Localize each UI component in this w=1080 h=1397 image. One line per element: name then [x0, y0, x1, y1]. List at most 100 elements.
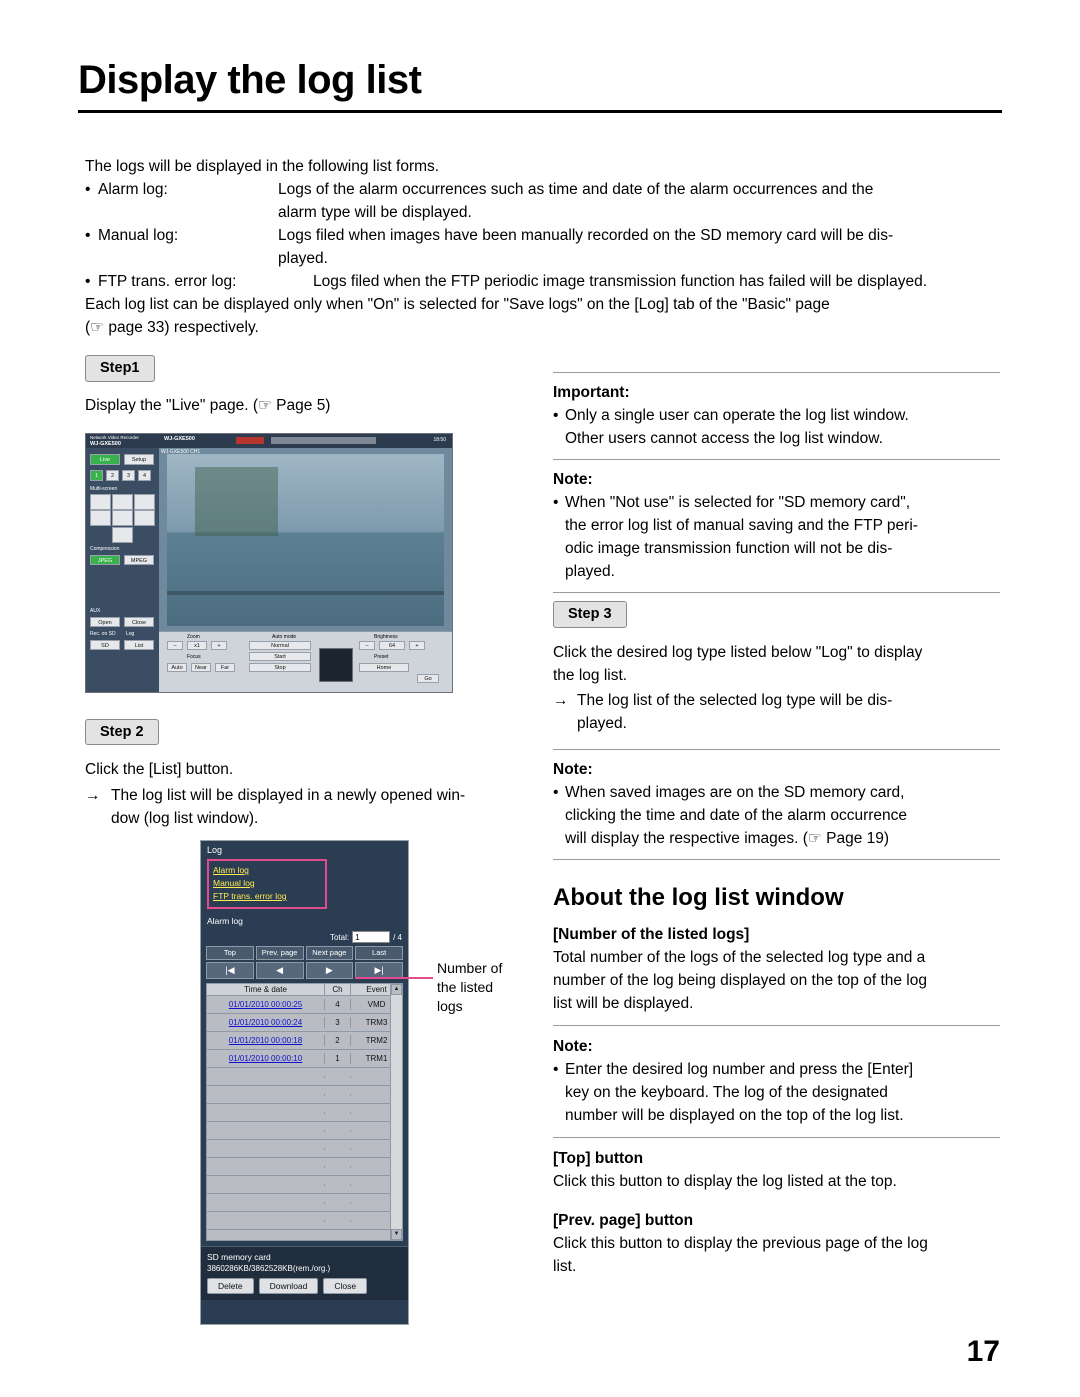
- scroll-up-icon[interactable]: ▲: [391, 984, 402, 995]
- callout-line2: the listed: [437, 979, 494, 995]
- close-button[interactable]: Close: [323, 1278, 368, 1294]
- intro-item-alarm-label: Alarm log:: [98, 181, 168, 198]
- step3-result-line1: The log list of the selected log type wi…: [577, 691, 893, 709]
- link-ftp-error-log[interactable]: FTP trans. error log: [213, 890, 321, 903]
- bullet-dot-icon: •: [85, 273, 91, 290]
- log-table-scrollbar[interactable]: ▲ ▼: [390, 984, 402, 1240]
- note2-heading: Note:: [553, 760, 593, 778]
- right-column: Important: • Only a single user can oper…: [553, 372, 1000, 1278]
- live-multiscreen-option-2[interactable]: [112, 493, 133, 510]
- nav-first-icon[interactable]: |◀: [206, 962, 254, 979]
- intro-section: The logs will be displayed in the follow…: [85, 155, 1000, 339]
- live-zoom-plus-button[interactable]: +: [211, 640, 227, 650]
- live-multiscreen-option-6[interactable]: [134, 509, 155, 526]
- log-time-link[interactable]: 01/01/2010 00:00:24: [229, 1018, 302, 1027]
- live-page-screenshot: Network Video Recorder WJ-GXE500 WJ-GXE5…: [85, 432, 453, 693]
- log-next-page-button[interactable]: Next page: [305, 946, 354, 960]
- live-aux-close[interactable]: Close: [124, 616, 154, 627]
- callout-line1: Number of: [437, 960, 503, 976]
- live-preset-home-select[interactable]: Home: [359, 662, 409, 672]
- live-ch-2[interactable]: 2: [106, 469, 119, 481]
- note1-item: • When "Not use" is selected for "SD mem…: [553, 491, 1000, 514]
- live-multiscreen-option-1[interactable]: [90, 493, 111, 510]
- table-row: [207, 1122, 402, 1140]
- step3-result: → The log list of the selected log type …: [553, 689, 1000, 712]
- divider: [553, 1136, 1000, 1138]
- live-ch-3[interactable]: 3: [122, 469, 135, 481]
- intro-item-ftp-line1: Logs filed when the FTP periodic image t…: [313, 273, 928, 290]
- live-start-button[interactable]: Start: [249, 651, 311, 661]
- live-compression-mpeg[interactable]: MPEG: [124, 554, 154, 565]
- live-ch-1[interactable]: 1: [90, 469, 103, 481]
- link-alarm-log[interactable]: Alarm log: [213, 864, 321, 877]
- live-multiscreen-option-4[interactable]: [90, 509, 111, 526]
- log-footer-buttons: Delete Download Close: [207, 1278, 402, 1294]
- log-total-row: Total: / 4: [201, 931, 402, 943]
- log-prev-page-button[interactable]: Prev. page: [255, 946, 304, 960]
- link-manual-log[interactable]: Manual log: [213, 877, 321, 890]
- log-window-footer: SD memory card 3860286KB/3862528KB(rem./…: [201, 1246, 408, 1300]
- live-multiscreen-option-3[interactable]: [134, 493, 155, 510]
- intro-closing-line1: Each log list can be displayed only when…: [85, 296, 830, 313]
- sd-memory-card-value: 3860286KB/3862528KB(rem./org.): [207, 1264, 331, 1273]
- log-time-link[interactable]: 01/01/2010 00:00:18: [229, 1036, 302, 1045]
- table-row[interactable]: 01/01/2010 00:00:10 1 TRM1: [207, 1050, 402, 1068]
- live-video-image: [167, 453, 444, 626]
- live-focus-near-button[interactable]: Near: [191, 662, 211, 672]
- intro-item-alarm-line2: alarm type will be displayed.: [278, 204, 472, 221]
- nav-prev-icon[interactable]: ◀: [255, 962, 304, 979]
- live-brightness-plus-button[interactable]: +: [409, 640, 425, 650]
- live-model-label: WJ-GXE500: [164, 435, 195, 442]
- bullet-dot-icon: •: [553, 494, 559, 511]
- table-row[interactable]: 01/01/2010 00:00:18 2 TRM2: [207, 1032, 402, 1050]
- log-number-input[interactable]: [352, 931, 391, 943]
- log-top-button[interactable]: Top: [206, 946, 254, 960]
- live-tab-setup[interactable]: Setup: [124, 453, 154, 465]
- live-pan-tilt-pad[interactable]: [319, 647, 353, 682]
- nav-next-icon[interactable]: ▶: [305, 962, 354, 979]
- log-time-link[interactable]: 01/01/2010 00:00:10: [229, 1054, 302, 1063]
- live-multiscreen-option-5[interactable]: [112, 509, 133, 526]
- intro-item-manual: • Manual log: Logs filed when images hav…: [85, 224, 1000, 247]
- live-automode-select[interactable]: Normal: [249, 640, 311, 650]
- page-title: Display the log list: [78, 58, 422, 102]
- live-aux-open[interactable]: Open: [90, 616, 120, 627]
- live-brand-left: Network Video Recorder: [90, 434, 139, 440]
- live-tab-live[interactable]: Live: [90, 453, 120, 465]
- live-focus-far-button[interactable]: Far: [215, 662, 235, 672]
- log-time-link[interactable]: 01/01/2010 00:00:25: [229, 1000, 302, 1009]
- log-last-button[interactable]: Last: [355, 946, 403, 960]
- live-multiscreen-option-7[interactable]: [112, 526, 133, 543]
- live-list-button[interactable]: List: [124, 639, 154, 650]
- table-row: [207, 1194, 402, 1212]
- live-zoom-level[interactable]: x1: [187, 640, 207, 650]
- table-row[interactable]: 01/01/2010 00:00:24 3 TRM3: [207, 1014, 402, 1032]
- live-focus-auto-button[interactable]: Auto: [167, 662, 187, 672]
- note2-line2: clicking the time and date of the alarm …: [565, 806, 908, 824]
- intro-item-ftp: • FTP trans. error log: Logs filed when …: [85, 270, 1000, 293]
- log-type-links: Alarm log Manual log FTP trans. error lo…: [207, 859, 327, 909]
- arrow-right-icon: →: [85, 787, 101, 804]
- live-video-area: WJ-GXE500 CH1: [159, 447, 452, 632]
- log-section-title: Alarm log: [207, 916, 243, 926]
- divider: [553, 592, 1000, 593]
- table-row[interactable]: 01/01/2010 00:00:25 4 VMD: [207, 996, 402, 1014]
- live-brightness-minus-button[interactable]: −: [359, 640, 375, 650]
- download-button[interactable]: Download: [258, 1278, 319, 1294]
- live-compression-jpeg[interactable]: JPEG: [90, 554, 120, 565]
- live-zoom-minus-button[interactable]: −: [167, 640, 183, 650]
- number-of-listed-logs-line2: number of the log being displayed on the…: [553, 971, 927, 989]
- live-preset-go-button[interactable]: Go: [417, 673, 439, 683]
- intro-item-alarm-line1: Logs of the alarm occurrences such as ti…: [278, 181, 874, 198]
- live-aux-label: AUX: [90, 607, 101, 614]
- live-stop-button[interactable]: Stop: [249, 662, 311, 672]
- step2-result: → The log list will be displayed in a ne…: [85, 784, 530, 807]
- prev-page-button-heading: [Prev. page] button: [553, 1211, 694, 1229]
- delete-button[interactable]: Delete: [207, 1278, 254, 1294]
- live-ch-4[interactable]: 4: [138, 469, 151, 481]
- live-brightness-value[interactable]: 64: [379, 640, 405, 650]
- scroll-down-icon[interactable]: ▼: [391, 1229, 402, 1240]
- live-rec-sd-button[interactable]: SD: [90, 639, 120, 650]
- intro-lead: The logs will be displayed in the follow…: [85, 158, 440, 175]
- divider: [553, 1024, 1000, 1026]
